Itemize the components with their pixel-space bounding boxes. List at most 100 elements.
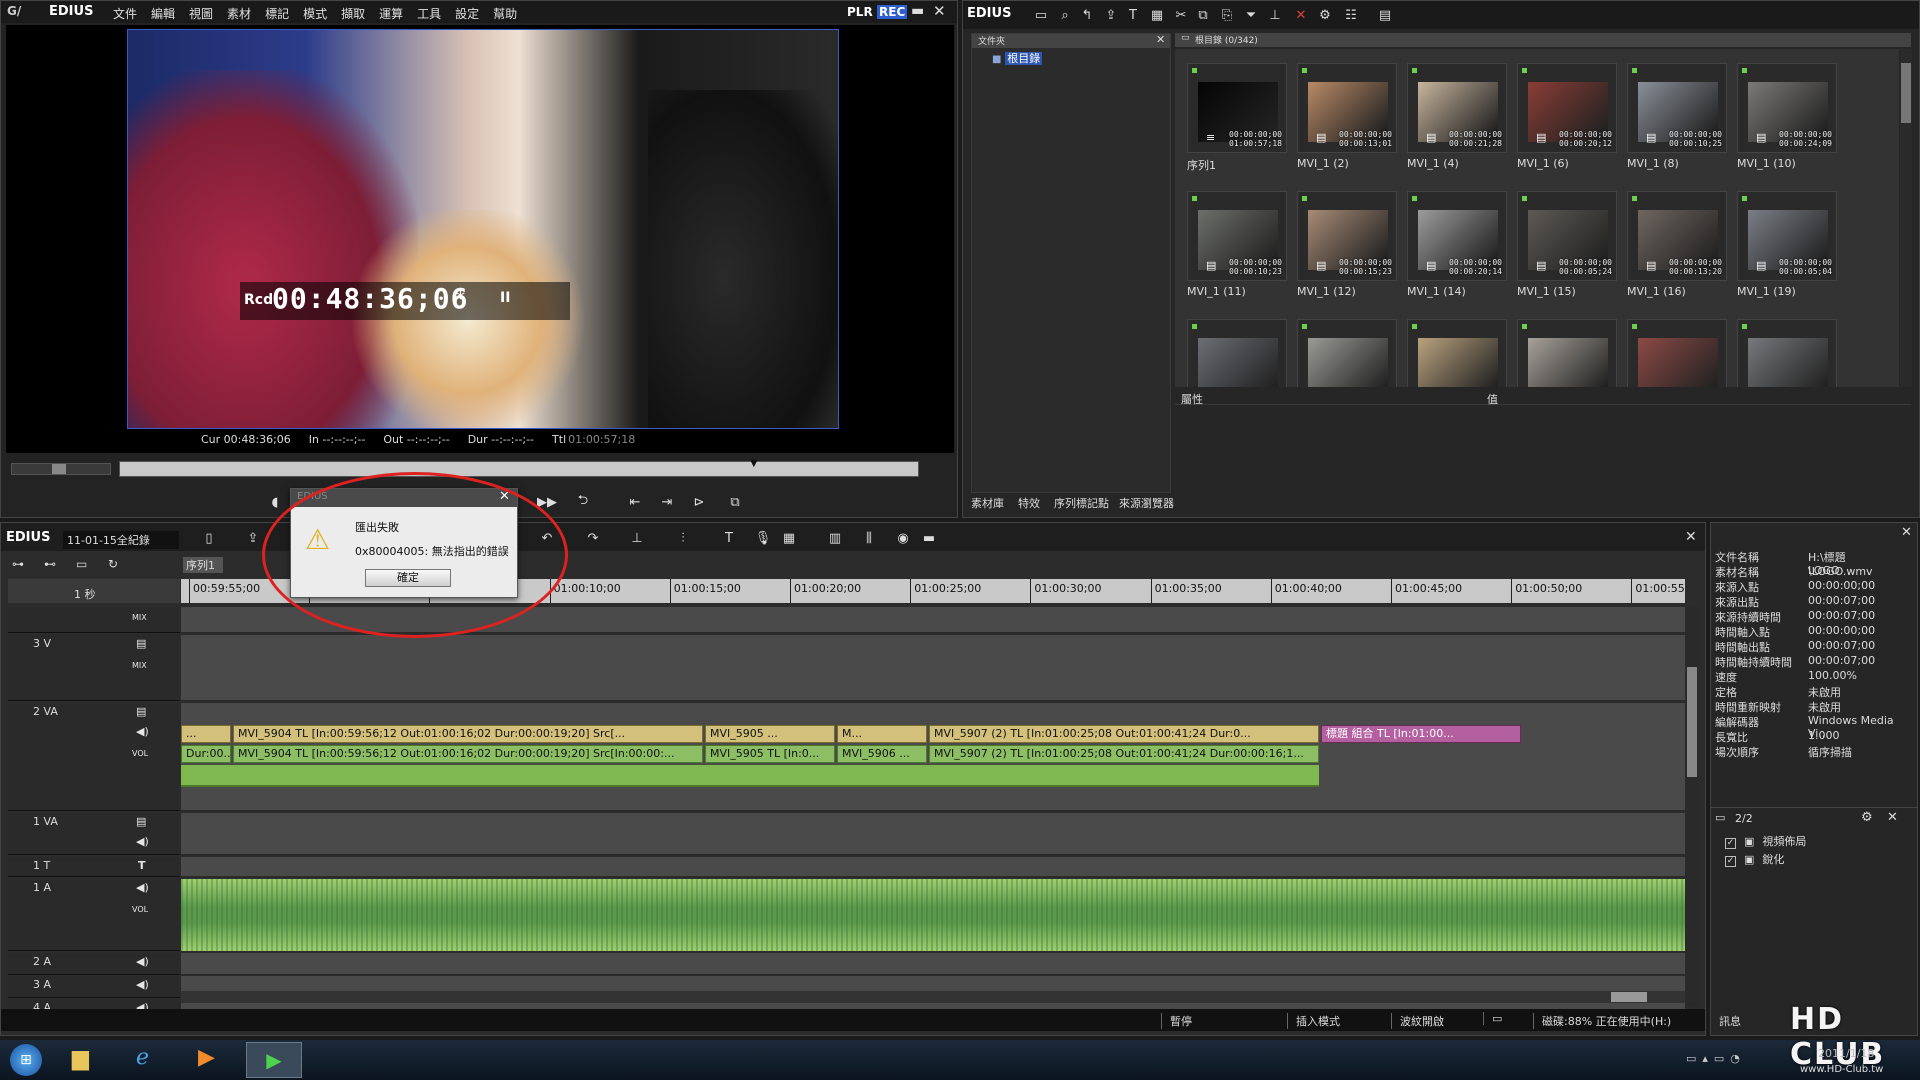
scale-bar[interactable]: 1 秒 bbox=[8, 579, 180, 603]
tab-effects[interactable]: 特效 bbox=[1018, 497, 1040, 510]
position-marker-icon[interactable]: ▼ bbox=[750, 458, 760, 470]
root-folder-item[interactable]: ■ 根目錄 bbox=[992, 50, 1043, 65]
title-track-icon[interactable]: T bbox=[138, 859, 146, 872]
track-video-icon[interactable]: ▤ bbox=[136, 705, 146, 718]
set-in-icon[interactable]: ◖ bbox=[263, 491, 287, 513]
video-clip[interactable]: M... bbox=[837, 725, 927, 743]
sequence-tab[interactable]: 序列1 bbox=[183, 557, 223, 573]
effect-sharpen-checkbox[interactable]: ✓ bbox=[1725, 856, 1736, 867]
audio-clip[interactable]: MVI_5904 TL [In:00:59:56;12 Out:01:00:16… bbox=[233, 745, 703, 763]
layout-icon[interactable]: ▬ bbox=[917, 527, 941, 549]
video-clip[interactable]: MVI_5907 (2) TL [In:01:00:25;08 Out:01:0… bbox=[929, 725, 1319, 743]
paste-icon[interactable]: ⎘ bbox=[1215, 4, 1239, 26]
menu-help[interactable]: 幫助 bbox=[493, 7, 517, 21]
tab-source-browser[interactable]: 來源瀏覽器 bbox=[1119, 497, 1174, 510]
timeline-hscroll-thumb[interactable] bbox=[1611, 992, 1647, 1002]
position-slider[interactable]: ▼ bbox=[119, 458, 919, 477]
mode-icon-1[interactable]: ⊶ bbox=[12, 557, 24, 571]
timeline-vscroll-thumb[interactable] bbox=[1687, 667, 1697, 777]
trim-icon[interactable]: ⊳ bbox=[687, 491, 711, 513]
menu-edit[interactable]: 編輯 bbox=[151, 7, 175, 21]
clip-thumbnail[interactable]: ▤ bbox=[1627, 319, 1727, 387]
clip-thumbnail[interactable]: ▤ 00:00:00;00 00:00:21;28 bbox=[1407, 63, 1507, 153]
track-header[interactable]: 1 A ◀) VOL bbox=[8, 879, 180, 951]
clip-thumbnail[interactable]: ▤ 00:00:00;00 00:00:10;23 bbox=[1187, 191, 1287, 281]
new-sequence-icon[interactable]: ▯ bbox=[197, 527, 221, 549]
video-clip[interactable]: MVI_5905 ... bbox=[705, 725, 835, 743]
shuttle-handle[interactable] bbox=[52, 464, 66, 474]
timeline-vscrollbar[interactable] bbox=[1686, 607, 1698, 1007]
clip-thumbnail[interactable]: ▤ bbox=[1297, 319, 1397, 387]
effect-settings-icon[interactable]: ⚙ bbox=[1861, 810, 1873, 825]
track-audio-icon[interactable]: ◀) bbox=[136, 955, 149, 968]
menu-mode[interactable]: 模式 bbox=[303, 7, 327, 21]
add-title-icon[interactable]: T bbox=[1121, 4, 1145, 26]
render-icon[interactable]: ▦ bbox=[777, 527, 801, 549]
clip-grid-scrollbar[interactable] bbox=[1900, 49, 1912, 387]
track-body[interactable] bbox=[181, 813, 1685, 855]
tab-bin[interactable]: 素材庫 bbox=[971, 497, 1004, 510]
loop-play-icon[interactable]: ⮌ bbox=[571, 491, 595, 513]
open-folder-icon[interactable]: ⇪ bbox=[1099, 4, 1123, 26]
folder-icon[interactable]: ▭ bbox=[1029, 4, 1053, 26]
status-insert-mode[interactable]: 插入模式 bbox=[1287, 1013, 1340, 1029]
save-project-icon[interactable]: ⇪ bbox=[241, 527, 265, 549]
track-audio-icon[interactable]: ◀) bbox=[136, 835, 149, 848]
media-player-taskbar-icon[interactable]: ▶ bbox=[198, 1045, 215, 1070]
effect-item-layout[interactable]: ✓ ▣ 視頻佈局 bbox=[1725, 833, 1806, 849]
insert-to-timeline-icon[interactable]: ⇤ bbox=[623, 491, 647, 513]
overwrite-to-timeline-icon[interactable]: ⇥ bbox=[655, 491, 679, 513]
timeline-hscrollbar[interactable] bbox=[181, 991, 1685, 1003]
minimize-icon[interactable]: ▬ bbox=[911, 3, 924, 19]
grid-icon[interactable]: ▥ bbox=[823, 527, 847, 549]
video-clip[interactable]: ... bbox=[181, 725, 231, 743]
rec-toggle[interactable]: REC bbox=[877, 5, 908, 19]
clip-thumbnail[interactable]: ≡ 00:00:00;00 01:00:57;18 bbox=[1187, 63, 1287, 153]
track-header[interactable]: MIX bbox=[8, 607, 180, 633]
track-header[interactable]: 1 VA ▤ ◀) bbox=[8, 813, 180, 855]
clip-thumbnail[interactable]: ▤ 00:00:00;00 00:00:20;12 bbox=[1517, 63, 1617, 153]
info-close-icon[interactable]: ✕ bbox=[1901, 525, 1912, 540]
audio-rubberband[interactable] bbox=[181, 765, 1319, 787]
track-audio-icon[interactable]: ◀) bbox=[136, 881, 149, 894]
clip-grid-scroll-thumb[interactable] bbox=[1901, 63, 1911, 123]
clip-thumbnail[interactable]: ▤ 00:00:00;00 00:00:13;01 bbox=[1297, 63, 1397, 153]
track-audio-icon[interactable]: ◀) bbox=[136, 725, 149, 738]
menu-tools[interactable]: 工具 bbox=[417, 7, 441, 21]
bin-menu-icon[interactable]: ▤ bbox=[1373, 4, 1397, 26]
track-audio-icon[interactable]: ◀) bbox=[136, 978, 149, 991]
timeline-close-icon[interactable]: ✕ bbox=[1685, 529, 1697, 545]
effect-item-sharpen[interactable]: ✓ ▣ 銳化 bbox=[1725, 851, 1784, 867]
clip-thumbnail[interactable]: ▤ 00:00:00;00 00:00:20;14 bbox=[1407, 191, 1507, 281]
plr-toggle[interactable]: PLR bbox=[847, 5, 873, 19]
status-ripple[interactable]: 波紋開啟 bbox=[1391, 1013, 1444, 1029]
snap-icon[interactable]: ⫶ bbox=[671, 527, 695, 549]
redo-icon[interactable]: ↷ bbox=[581, 527, 605, 549]
title-clip[interactable]: 標題 組合 TL [In:01:00... bbox=[1321, 725, 1521, 743]
track-video-icon[interactable]: ▤ bbox=[136, 637, 146, 650]
up-folder-icon[interactable]: ↰ bbox=[1075, 4, 1099, 26]
clip-thumbnail[interactable]: ▤ bbox=[1407, 319, 1507, 387]
menu-marker[interactable]: 標記 bbox=[265, 7, 289, 21]
effect-layout-checkbox[interactable]: ✓ bbox=[1725, 838, 1736, 849]
view-mode-icon[interactable]: ☷ bbox=[1339, 4, 1363, 26]
search-icon[interactable]: ⌕ bbox=[1053, 4, 1077, 26]
clip-thumbnail[interactable]: ▤ bbox=[1517, 319, 1617, 387]
mode-icon-4[interactable]: ↻ bbox=[108, 557, 118, 571]
track-header[interactable]: 3 V ▤ MIX bbox=[8, 635, 180, 701]
clip-thumbnail[interactable]: ▤ 00:00:00;00 00:00:10;25 bbox=[1627, 63, 1727, 153]
delete-icon[interactable]: ✕ bbox=[1289, 4, 1313, 26]
shuttle-slider[interactable] bbox=[11, 463, 111, 475]
effect-delete-icon[interactable]: ✕ bbox=[1887, 810, 1898, 825]
info-footer-tab[interactable]: 訊息 bbox=[1719, 1013, 1741, 1029]
mode-icon-2[interactable]: ⊷ bbox=[44, 557, 56, 571]
video-clip[interactable]: MVI_5904 TL [In:00:59:56;12 Out:01:00:16… bbox=[233, 725, 703, 743]
add-to-timeline-icon[interactable]: ⏷ bbox=[1239, 4, 1263, 26]
clip-thumbnail[interactable]: ▤ bbox=[1187, 319, 1287, 387]
clip-thumbnail[interactable]: ▤ 00:00:00;00 00:00:15;23 bbox=[1297, 191, 1397, 281]
track-video-icon[interactable]: ▤ bbox=[136, 815, 146, 828]
audio-clip[interactable]: MVI_5906 ... bbox=[837, 745, 927, 763]
clip-thumbnail[interactable]: ▤ 00:00:00;00 00:00:05;24 bbox=[1517, 191, 1617, 281]
explorer-taskbar-icon[interactable]: ▆ bbox=[72, 1046, 89, 1071]
mode-icon-3[interactable]: ▭ bbox=[76, 557, 87, 571]
